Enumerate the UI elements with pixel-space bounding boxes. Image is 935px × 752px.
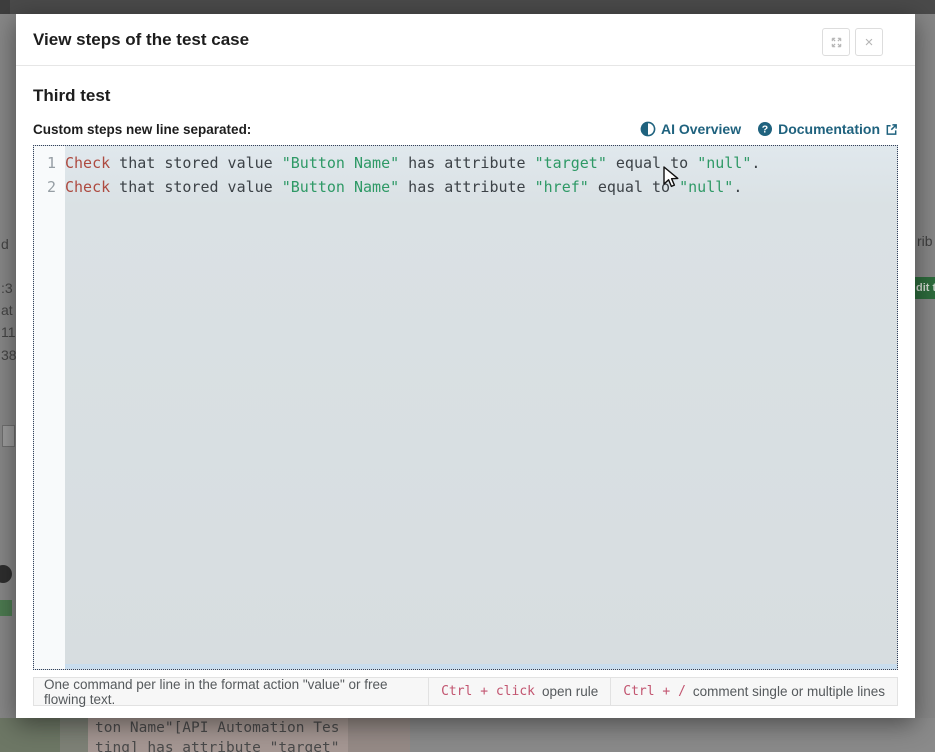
code-line[interactable]: Check that stored value "Button Name" ha… <box>65 151 897 175</box>
shortcut-ctrl-click: Ctrl + click <box>441 684 535 699</box>
backdrop-top-strip <box>0 0 935 14</box>
svg-text:?: ? <box>762 124 768 136</box>
modal-body: Third test Custom steps new line separat… <box>16 66 915 718</box>
code-line[interactable]: Check that stored value "Button Name" ha… <box>65 175 897 199</box>
documentation-link[interactable]: ? Documentation <box>757 121 898 137</box>
custom-steps-label: Custom steps new line separated: <box>33 122 251 137</box>
line-number: 2 <box>34 175 65 199</box>
backdrop-widget-fragment <box>2 425 15 447</box>
backdrop-bottom-strip-a <box>60 718 88 752</box>
horizontal-scrollbar[interactable] <box>65 664 897 669</box>
backdrop-left-strip: d :3 at 11: 384 <box>0 14 16 718</box>
backdrop-avatar-fragment <box>0 565 12 583</box>
backdrop-right-text-fragment: rib <box>917 233 933 249</box>
backdrop-text-fragment: 11: <box>1 324 16 340</box>
shortcut-ctrl-slash: Ctrl + / <box>623 684 686 699</box>
backdrop-code-fragment: ton Name"[API Automation Tes ting] has a… <box>95 718 415 752</box>
code-area[interactable]: Check that stored value "Button Name" ha… <box>65 146 897 669</box>
backdrop-text-fragment: d <box>1 236 9 252</box>
close-button[interactable]: × <box>855 28 883 56</box>
documentation-label: Documentation <box>778 121 880 137</box>
view-steps-modal: View steps of the test case × Third test… <box>16 14 915 718</box>
ai-overview-label: AI Overview <box>661 121 741 137</box>
backdrop-right-strip: rib dit t <box>915 14 935 718</box>
modal-title: View steps of the test case <box>33 30 901 50</box>
test-case-name: Third test <box>33 86 898 106</box>
steps-code-editor[interactable]: 12 Check that stored value "Button Name"… <box>33 145 898 670</box>
backdrop-text-fragment: at <box>1 302 13 318</box>
ai-overview-icon <box>640 121 656 137</box>
backdrop-bottom-strip: ton Name"[API Automation Tes ting] has a… <box>0 718 935 752</box>
format-hint: One command per line in the format actio… <box>34 678 428 705</box>
line-number-gutter: 12 <box>34 146 65 669</box>
line-number: 1 <box>34 151 65 175</box>
shortcut-ctrl-slash-label: comment single or multiple lines <box>693 684 885 699</box>
edit-test-button-fragment: dit t <box>915 277 935 299</box>
ai-overview-link[interactable]: AI Overview <box>640 121 741 137</box>
backdrop-bottom-green <box>0 718 60 752</box>
maximize-button[interactable] <box>822 28 850 56</box>
backdrop-green-fragment <box>0 600 12 616</box>
close-icon: × <box>865 35 874 50</box>
external-link-icon <box>885 123 898 136</box>
help-circle-icon: ? <box>757 121 773 137</box>
backdrop-text-fragment: :3 <box>1 280 13 296</box>
shortcut-ctrl-click-label: open rule <box>542 684 598 699</box>
backdrop-text-fragment: 384 <box>1 347 16 363</box>
modal-header: View steps of the test case × <box>16 14 915 66</box>
expand-arrows-icon <box>829 35 844 50</box>
editor-hint-bar: One command per line in the format actio… <box>33 677 898 706</box>
